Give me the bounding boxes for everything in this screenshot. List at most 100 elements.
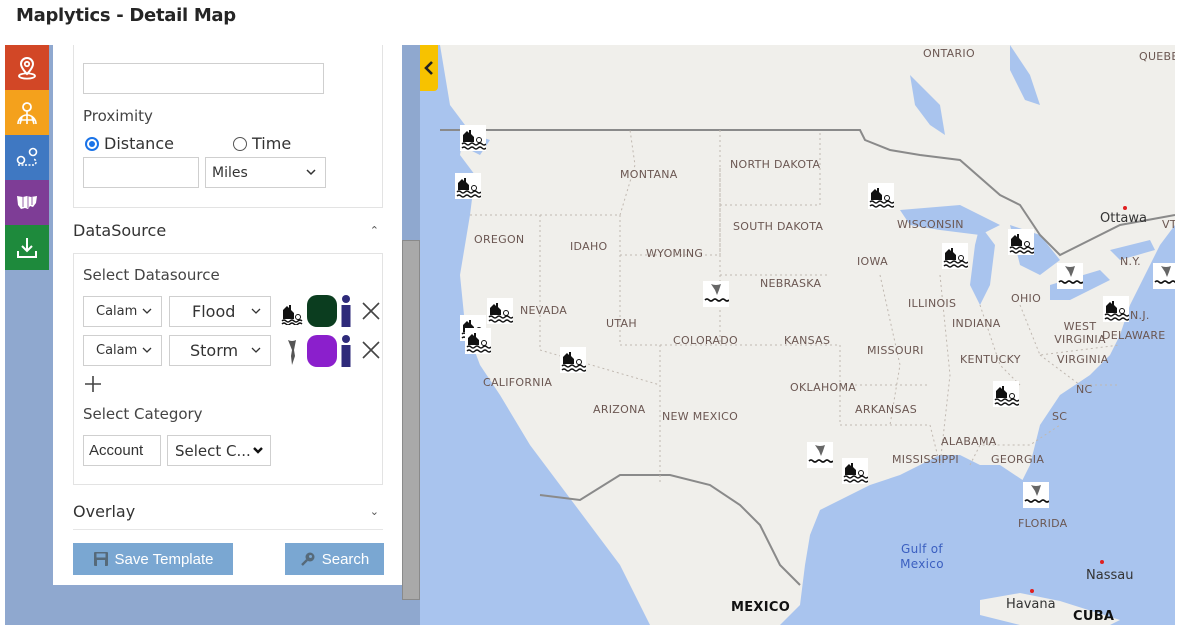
storm-pin[interactable] [1023,482,1049,508]
datasource-section-header[interactable]: DataSource ⌃ [73,215,383,245]
color-swatch-1[interactable] [307,295,337,327]
category-select-value: Select C... [175,441,251,460]
map-label: OREGON [474,233,525,246]
map-label-country: MEXICO [731,600,791,615]
unit-select[interactable]: Miles [205,157,326,188]
map-label: VT [1162,218,1175,231]
layer-select-1[interactable]: Flood [169,296,271,327]
storm-pin[interactable] [1153,263,1175,289]
chevron-up-icon: ⌃ [369,223,379,237]
map-label: WEST VIRGINIA [1051,320,1109,346]
map-label: N.Y. [1120,255,1141,268]
radio-distance[interactable]: Distance [85,134,174,153]
flood-icon [869,188,894,208]
radio-time[interactable]: Time [233,134,291,153]
category-select[interactable]: Select C... [167,435,271,466]
entity-select-2[interactable]: Calam [83,335,162,366]
remove-row-2-icon[interactable] [360,339,382,361]
collapse-panel-button[interactable] [420,45,438,91]
panel-scrollbar-thumb[interactable] [402,240,420,600]
tool-rail [5,45,49,270]
map-pin-icon [18,56,36,79]
map-label: ALABAMA [941,435,997,448]
map-label: CALIFORNIA [483,376,553,389]
info-icon[interactable] [340,335,352,367]
chevron-down-icon: ⌄ [369,505,379,518]
storm-pin[interactable] [703,281,729,307]
flood-icon [1009,234,1034,254]
storm-icon [704,284,729,302]
layer-select-value: Storm [190,341,239,360]
flood-icon [456,178,481,198]
map-label: MISSOURI [867,344,924,357]
flood-pin[interactable] [487,298,513,324]
flood-pin[interactable] [1008,229,1034,255]
save-template-button[interactable]: Save Template [73,543,233,575]
map-label: NC [1076,383,1093,396]
map-label: QUEBE [1139,50,1175,63]
distance-input[interactable] [83,157,199,188]
storm-pin[interactable] [1057,263,1083,289]
flood-pin[interactable] [1103,296,1129,322]
radio-dot [233,136,247,151]
search-button[interactable]: Search [285,543,384,575]
overlay-section-header[interactable]: Overlay ⌄ [73,494,383,530]
map-label: DELAWARE [1102,329,1166,342]
entity-select-1[interactable]: Calam [83,296,162,327]
city-marker [1030,589,1034,593]
flood-pin[interactable] [942,243,968,269]
remove-row-1-icon[interactable] [360,300,382,322]
flood-pin[interactable] [465,328,491,354]
map-label: WISCONSIN [897,218,964,231]
save-template-label: Save Template [114,550,214,568]
flood-pin[interactable] [993,381,1019,407]
map-label: WYOMING [646,247,704,260]
add-datasource-button[interactable] [83,374,103,394]
city-marker [1100,560,1104,564]
flood-icon [561,352,586,372]
search-key-icon [300,552,315,566]
flood-pin[interactable] [868,183,894,209]
city-marker [1123,206,1127,210]
map-label: SC [1052,410,1068,423]
rail-route-button[interactable] [5,135,49,180]
map-label: ARIZONA [593,403,646,416]
radio-time-label: Time [252,134,292,153]
flood-icon [994,386,1019,406]
select-datasource-label: Select Datasource [83,266,220,284]
storm-icon [808,445,833,463]
flood-pin[interactable] [455,173,481,199]
radio-dot [85,136,99,151]
rail-download-button[interactable] [5,225,49,270]
map-label: UTAH [606,317,637,330]
rail-territory-map-button[interactable] [5,180,49,225]
map-label: MISSISSIPPI [892,453,959,466]
search-panel: Current Location Proximity Distance Time… [53,45,403,585]
map-label: SOUTH DAKOTA [733,220,824,233]
chevron-down-icon [251,308,261,314]
map-label-text: WEST VIRGINIA [1054,320,1106,346]
app-stage: Current Location Proximity Distance Time… [5,45,1175,625]
map-label-city: Havana [1006,597,1056,612]
flood-pin[interactable] [460,125,486,151]
map-label: NEW MEXICO [662,410,739,423]
color-swatch-2[interactable] [307,335,337,367]
rail-proximity-search-button[interactable] [5,45,49,90]
storm-pin[interactable] [807,442,833,468]
map-view[interactable]: ONTARIO QUEBE NORTH DAKOTA MONTANA SOUTH… [420,45,1175,625]
route-icon [16,147,38,166]
layer-select-2[interactable]: Storm [169,335,271,366]
map-label: IDAHO [570,240,608,253]
info-icon[interactable] [340,295,352,327]
rail-territory-button[interactable] [5,90,49,135]
map-label: KENTUCKY [960,353,1021,366]
storm-icon [288,340,296,365]
entity-select-value: Calam [96,343,138,358]
current-location-input[interactable] [83,63,324,94]
map-label: VIRGINIA [1057,353,1109,366]
flood-pin[interactable] [842,458,868,484]
map-label-water: Gulf of Mexico [900,542,944,571]
flood-pin[interactable] [560,347,586,373]
map-label-country: CUBA [1073,609,1115,624]
category-entity-field[interactable]: Account [83,435,161,466]
